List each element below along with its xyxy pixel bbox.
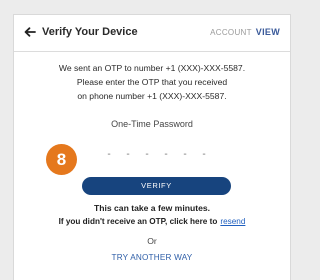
arrow-left-icon[interactable] xyxy=(23,25,37,39)
step-badge: 8 xyxy=(46,144,77,175)
resend-prompt-text: If you didn't receive an OTP, click here… xyxy=(58,217,218,226)
otp-digit-1[interactable] xyxy=(104,148,114,160)
resend-prompt: If you didn't receive an OTP, click here… xyxy=(14,217,290,226)
or-divider: Or xyxy=(147,236,157,246)
otp-label: One-Time Password xyxy=(111,119,193,129)
view-label[interactable]: VIEW xyxy=(256,27,280,37)
message-line-1: We sent an OTP to number +1 (XXX)-XXX-55… xyxy=(58,63,246,73)
wait-notice: This can take a few minutes. xyxy=(93,203,211,213)
otp-input-row xyxy=(104,148,209,160)
otp-digit-5[interactable] xyxy=(180,148,190,160)
account-label[interactable]: ACCOUNT xyxy=(210,28,252,37)
verify-device-card: Verify Your Device ACCOUNT VIEW We sent a… xyxy=(13,14,291,280)
otp-digit-2[interactable] xyxy=(123,148,133,160)
page-title: Verify Your Device xyxy=(42,26,138,38)
message-line-3: on phone number +1 (XXX)-XXX-5587. xyxy=(77,91,227,101)
message-line-2: Please enter the OTP that you received xyxy=(76,77,228,87)
account-view-toggle[interactable]: ACCOUNT VIEW xyxy=(210,27,280,37)
otp-digit-6[interactable] xyxy=(199,148,209,160)
otp-digit-4[interactable] xyxy=(161,148,171,160)
resend-link[interactable]: resend xyxy=(220,217,245,226)
try-another-way-link[interactable]: TRY ANOTHER WAY xyxy=(14,253,290,262)
otp-sent-message: We sent an OTP to number +1 (XXX)-XXX-55… xyxy=(14,61,290,103)
otp-digit-3[interactable] xyxy=(142,148,152,160)
verify-button[interactable]: VERIFY xyxy=(82,177,231,195)
card-header: Verify Your Device ACCOUNT VIEW xyxy=(14,15,290,52)
